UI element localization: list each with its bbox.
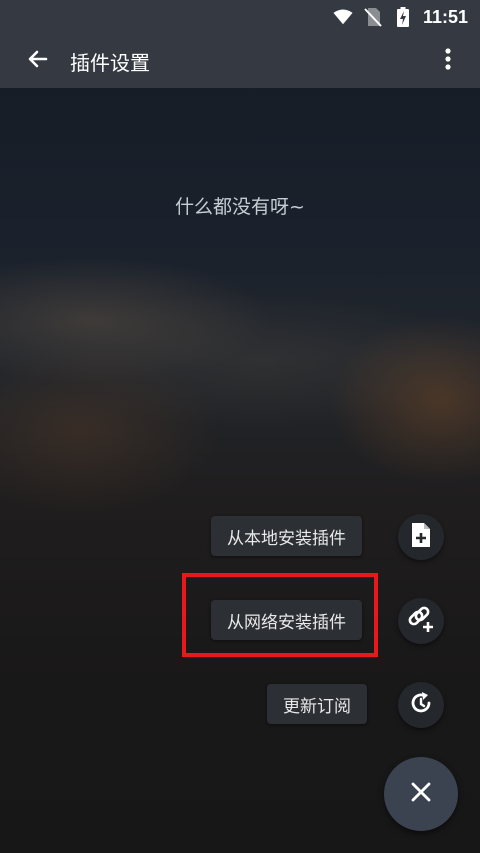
update-subscription-button[interactable] <box>398 682 444 728</box>
link-plus-icon <box>407 605 435 637</box>
empty-state-text: 什么都没有呀~ <box>175 196 305 218</box>
refresh-icon <box>408 690 434 720</box>
close-icon <box>410 781 432 807</box>
close-fab-button[interactable] <box>384 757 458 831</box>
install-network-plugin-button[interactable] <box>398 598 444 644</box>
install-local-plugin-button[interactable] <box>398 514 444 560</box>
status-time: 11:51 <box>422 6 468 27</box>
page-title: 插件设置 <box>70 50 150 75</box>
more-vertical-icon <box>445 47 451 75</box>
no-sim-icon <box>363 7 383 27</box>
highlight-annotation <box>182 573 378 657</box>
status-bar: 11:51 <box>0 0 480 34</box>
update-subscription-label[interactable]: 更新订阅 <box>267 684 367 724</box>
file-plus-icon <box>409 522 433 552</box>
more-options-button[interactable] <box>436 44 460 78</box>
wifi-icon <box>333 7 353 27</box>
back-button[interactable] <box>18 41 58 81</box>
blurred-background <box>0 0 480 853</box>
arrow-left-icon <box>26 47 50 75</box>
app-bar: 插件设置 <box>0 34 480 88</box>
install-local-plugin-label[interactable]: 从本地安装插件 <box>211 516 362 556</box>
battery-charging-icon <box>393 7 413 27</box>
